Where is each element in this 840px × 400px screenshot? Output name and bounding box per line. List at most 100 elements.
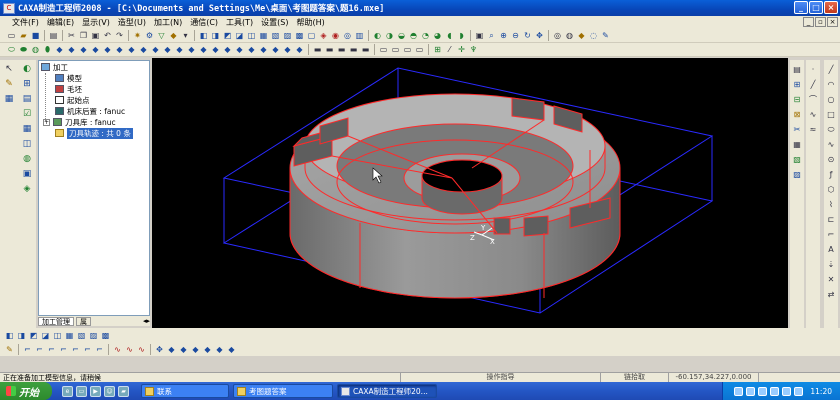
fillet-curve-icon[interactable]: ⌐	[826, 229, 837, 240]
task-contact[interactable]: 联系	[141, 384, 229, 398]
rotate-icon[interactable]: ↻	[522, 30, 533, 41]
surface-h-icon[interactable]: ◗	[456, 30, 467, 41]
task-caxa[interactable]: CAXA制造工程师20...	[337, 384, 437, 398]
extrude-icon[interactable]: ⬬	[18, 44, 29, 55]
plane-icon[interactable]: ◆	[282, 44, 293, 55]
trajectory-e-icon[interactable]: ◆	[202, 344, 213, 355]
view-side-icon[interactable]: ◩	[222, 30, 233, 41]
display-all-icon[interactable]: ▣	[474, 30, 485, 41]
surface-a-icon[interactable]: ◐	[372, 30, 383, 41]
feature-f-icon[interactable]: ▭	[378, 44, 389, 55]
split-icon[interactable]: ◆	[234, 44, 245, 55]
finish-b-icon[interactable]: ⌐	[34, 344, 45, 355]
tree-item-blank[interactable]: 毛坯	[55, 84, 82, 94]
view-back-icon[interactable]: ◫	[246, 30, 257, 41]
feature-h-icon[interactable]: ▭	[402, 44, 413, 55]
cut-icon[interactable]: ✂	[66, 30, 77, 41]
zoom-out-icon[interactable]: ⊖	[510, 30, 521, 41]
finish-a-icon[interactable]: ⌐	[22, 344, 33, 355]
rectangle-tool-icon[interactable]: □	[826, 109, 837, 120]
menu-help[interactable]: 帮助(H)	[293, 17, 329, 28]
view-iso-icon[interactable]: ◪	[234, 30, 245, 41]
menu-edit[interactable]: 编辑(E)	[43, 17, 78, 28]
finish-d-icon[interactable]: ⌐	[58, 344, 69, 355]
maximize-button[interactable]: □	[809, 1, 823, 14]
view-front-icon[interactable]: ◧	[198, 30, 209, 41]
tree-item-model[interactable]: 模型	[55, 73, 82, 83]
menu-settings[interactable]: 设置(S)	[257, 17, 292, 28]
cut-sweep-icon[interactable]: ◆	[102, 44, 113, 55]
trajectory-d-icon[interactable]: ◆	[190, 344, 201, 355]
scan-rough-icon[interactable]: ◫	[52, 330, 63, 341]
feature-c-icon[interactable]: ▬	[336, 44, 347, 55]
region-rough-icon[interactable]: ◨	[16, 330, 27, 341]
feature-g-icon[interactable]: ▭	[390, 44, 401, 55]
ruler-icon[interactable]: ▤	[792, 64, 803, 75]
hidden-line-icon[interactable]: ◈	[318, 30, 329, 41]
profile-rough-icon[interactable]: ▩	[100, 330, 111, 341]
pan-icon[interactable]: ✥	[534, 30, 545, 41]
media-icon[interactable]: ▶	[90, 385, 101, 397]
tray-e-icon[interactable]	[782, 386, 792, 396]
circle-tool-icon[interactable]: ○	[826, 94, 837, 105]
tray-a-icon[interactable]	[734, 386, 744, 396]
post-icon[interactable]: ▣	[22, 168, 33, 179]
planar-region-icon[interactable]: ◧	[4, 330, 15, 341]
checker-icon[interactable]: ⊞	[432, 44, 443, 55]
contour-rough-icon[interactable]: ◩	[28, 330, 39, 341]
formula-curve-icon[interactable]: ƒ	[826, 169, 837, 180]
menu-tools[interactable]: 工具(T)	[222, 17, 257, 28]
array-icon[interactable]: ▨	[792, 169, 803, 180]
tab-scroll-arrows[interactable]: ◂▸	[143, 317, 150, 325]
folder-icon[interactable]: ▰	[118, 385, 129, 397]
surface-e-icon[interactable]: ◔	[420, 30, 431, 41]
trim-icon[interactable]: ✂	[792, 124, 803, 135]
tree-item-machine-post[interactable]: 机床后置 : fanuc	[55, 106, 125, 116]
cut-extrude-icon[interactable]: ◆	[66, 44, 77, 55]
measure-dim-icon[interactable]: ▦	[4, 93, 15, 104]
revolve-icon[interactable]: ◍	[30, 44, 41, 55]
surface-c-icon[interactable]: ◒	[396, 30, 407, 41]
import-icon[interactable]: ◆	[294, 44, 305, 55]
trajectory-c-icon[interactable]: ◆	[178, 344, 189, 355]
feature-a-icon[interactable]: ▬	[312, 44, 323, 55]
axis-icon[interactable]: ✛	[456, 44, 467, 55]
hole-icon[interactable]: ◆	[138, 44, 149, 55]
section-icon[interactable]: ◎	[342, 30, 353, 41]
surface-d-icon[interactable]: ◓	[408, 30, 419, 41]
pattern-circular-icon[interactable]: ◆	[198, 44, 209, 55]
minimize-button[interactable]: _	[794, 1, 808, 14]
feature-e-icon[interactable]: ▬	[360, 44, 371, 55]
polyline-icon[interactable]: ⌒	[808, 94, 819, 105]
zoom-in-icon[interactable]: ⊕	[498, 30, 509, 41]
spline-tool-icon[interactable]: ∿	[826, 139, 837, 150]
surface-g-icon[interactable]: ◖	[444, 30, 455, 41]
pattern-linear-icon[interactable]: ◆	[186, 44, 197, 55]
trajectory-g-icon[interactable]: ◆	[226, 344, 237, 355]
curve-edit-b-icon[interactable]: ∿	[124, 344, 135, 355]
sun-icon[interactable]: ✷	[132, 30, 143, 41]
undo-icon[interactable]: ↶	[102, 30, 113, 41]
volume-icon[interactable]	[794, 386, 804, 396]
project-curve-icon[interactable]: ⇣	[826, 259, 837, 270]
hide-icon[interactable]: ◍	[564, 30, 575, 41]
menu-file[interactable]: 文件(F)	[8, 17, 43, 28]
rib-icon[interactable]: ◆	[174, 44, 185, 55]
render-icon[interactable]: ◉	[330, 30, 341, 41]
query-icon[interactable]: ▦	[22, 123, 33, 134]
copy-icon[interactable]: ❐	[78, 30, 89, 41]
boolean-icon[interactable]: ◆	[222, 44, 233, 55]
tray-c-icon[interactable]	[758, 386, 768, 396]
diagonal-icon[interactable]: ⁄	[444, 44, 455, 55]
simulate-icon[interactable]: ◍	[22, 153, 33, 164]
filter-icon[interactable]: ▽	[156, 30, 167, 41]
line-icon[interactable]: ╱	[808, 79, 819, 90]
surface-b-icon[interactable]: ◑	[384, 30, 395, 41]
color-icon[interactable]: ◆	[168, 30, 179, 41]
view-bottom-icon[interactable]: ▦	[258, 30, 269, 41]
mesh-icon[interactable]: ▥	[354, 30, 365, 41]
save-icon[interactable]: ■	[30, 30, 41, 41]
edit-pencil-icon[interactable]: ✎	[4, 344, 15, 355]
layer-icon[interactable]: ▾	[180, 30, 191, 41]
pencil-icon[interactable]: ✎	[4, 78, 15, 89]
